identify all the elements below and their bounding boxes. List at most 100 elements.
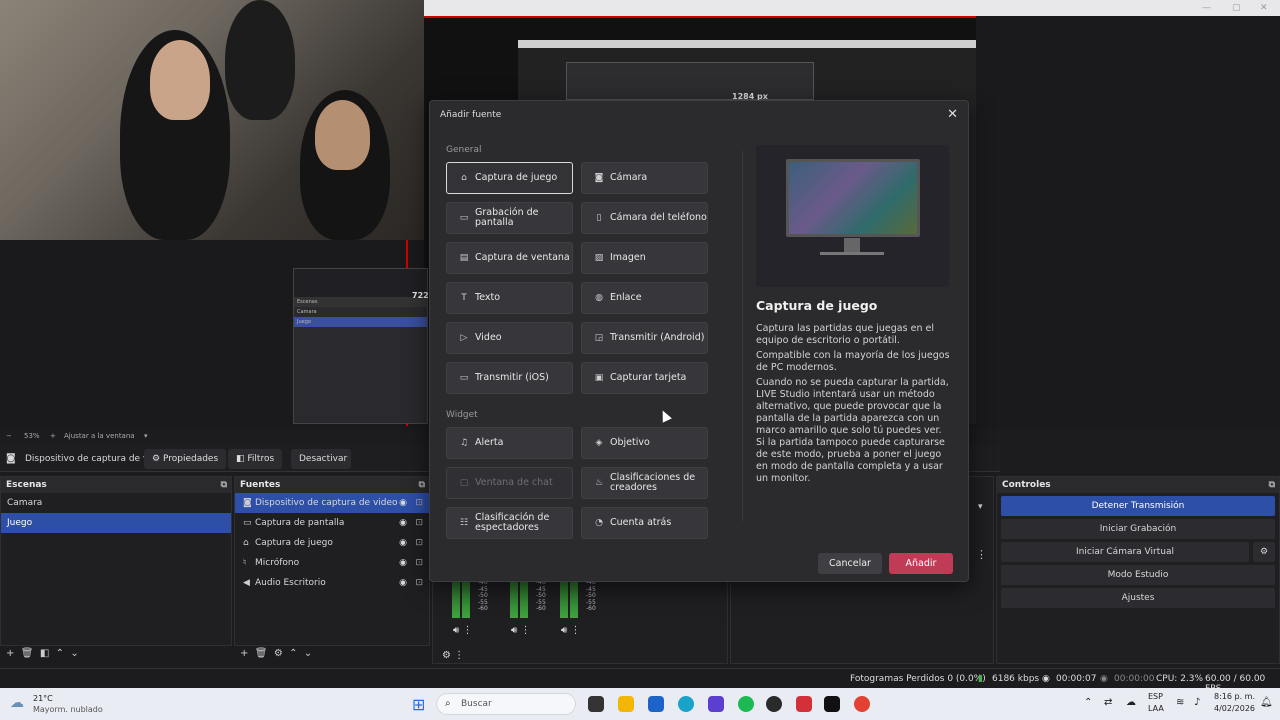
source-option[interactable]: ♨ Clasificaciones de creadores [581,467,708,499]
source-option[interactable]: ◍ Enlace [581,282,708,314]
search-icon: ⌕ [445,698,451,709]
source-option[interactable]: ▯ Cámara del teléfono [581,202,708,234]
fit-window-label[interactable]: Ajustar a la ventana [64,432,135,440]
chevron-down-icon[interactable]: ▾ [978,502,983,512]
face-right [315,100,370,170]
source-option[interactable]: ♫ Alerta [446,427,573,459]
clock-date[interactable]: 4/02/2026 [1214,704,1255,713]
folder-icon[interactable] [618,696,634,712]
volume-icon[interactable]: 🔊︎ ⋮ [561,625,580,636]
chevron-up-icon[interactable]: ⌃ [289,648,297,659]
filter-icon[interactable]: ◧ [40,648,49,659]
speaker-icon[interactable]: ♪ [1194,697,1200,708]
source-option[interactable]: ⌂ Captura de juego [446,162,573,194]
popout-icon[interactable]: ⧉ [221,477,227,493]
source-option[interactable]: T Texto [446,282,573,314]
network-icon[interactable]: ⇄ [1104,697,1112,708]
chevron-up-icon[interactable]: ⌃ [56,648,64,659]
discord-icon[interactable] [708,696,724,712]
add-icon[interactable]: + [6,648,14,659]
notification-icon[interactable]: 🔔︎ [1260,697,1273,708]
game-capture-preview-image [756,145,949,287]
scene-item[interactable]: Juego [1,513,231,533]
source-item[interactable]: ◀ Audio Escritorio ◉ ⊡ [235,573,429,593]
eye-icon[interactable]: ◉ [399,513,407,533]
scene-item[interactable]: Camara [1,493,231,513]
more-icon[interactable]: ⋮ [976,548,987,561]
popout-icon[interactable]: ⧉ [1269,477,1275,493]
option-label: Capturar tarjeta [610,372,687,383]
terminal-icon[interactable] [588,696,604,712]
mixer-settings-icon[interactable]: ⚙ ⋮ [442,650,464,661]
volume-icon[interactable]: 🔊︎ ⋮ [511,625,530,636]
lock-icon[interactable]: ⊡ [415,573,423,593]
popout-icon[interactable]: ⧉ [419,477,425,493]
properties-button[interactable]: ⚙ Propiedades [144,449,227,469]
cloud-icon[interactable]: ☁ [1126,697,1136,708]
add-button[interactable]: Añadir [889,553,953,574]
add-icon[interactable]: + [240,648,248,659]
source-option[interactable]: ▣ Capturar tarjeta [581,362,708,394]
edge-icon[interactable] [678,696,694,712]
stop-stream-button[interactable]: Detener Transmisión [1001,496,1275,516]
spotify-icon[interactable] [738,696,754,712]
option-label: Cámara [610,172,648,183]
start-vcam-button[interactable]: Iniciar Cámara Virtual [1001,542,1249,562]
monitor-base [820,252,884,255]
lock-icon[interactable]: ⊡ [415,533,423,553]
source-item[interactable]: ▭ Captura de pantalla ◉ ⊡ [235,513,429,533]
chevron-down-icon[interactable]: ⌄ [304,648,312,659]
detail-paragraph: Compatible con la mayoría de los juegos … [756,350,950,373]
source-option[interactable]: ◙ Cámara [581,162,708,194]
windows-start-icon[interactable]: ⊞ [412,695,425,714]
chrome-icon[interactable] [854,696,870,712]
wifi-icon[interactable]: ≋ [1176,697,1184,708]
trash-icon[interactable]: 🗑 [21,648,34,659]
source-option[interactable]: ◈ Objetivo [581,427,708,459]
source-item[interactable]: ⌂ Captura de juego ◉ ⊡ [235,533,429,553]
obs-icon[interactable] [766,696,782,712]
language-indicator[interactable]: ESP [1148,692,1163,701]
source-option[interactable]: ▭ Grabación de pantalla [446,202,573,234]
cancel-button[interactable]: Cancelar [818,553,882,574]
volume-icon[interactable]: 🔊︎ ⋮ [453,625,472,636]
studio-mode-button[interactable]: Modo Estudio [1001,565,1275,585]
source-option[interactable]: ▤ Captura de ventana [446,242,573,274]
chevron-up-icon[interactable]: ⌃ [1084,697,1092,708]
gear-icon[interactable]: ⚙ [274,648,283,659]
option-label: Transmitir (iOS) [475,372,549,383]
zoom-in-icon[interactable]: + [50,432,56,440]
settings-button[interactable]: Ajustes [1001,588,1275,608]
outlook-icon[interactable] [648,696,664,712]
source-option[interactable]: ▷ Video [446,322,573,354]
chevron-down-icon[interactable]: ▾ [144,432,148,440]
start-record-button[interactable]: Iniciar Grabación [1001,519,1275,539]
gear-icon[interactable]: ⚙ [1253,542,1275,562]
tiktok-icon[interactable] [824,696,840,712]
close-icon[interactable]: ✕ [947,107,958,122]
chevron-down-icon[interactable]: ⌄ [70,648,78,659]
source-option[interactable]: ◲ Transmitir (Android) [581,322,708,354]
lock-icon[interactable]: ⊡ [415,513,423,533]
language-indicator-2[interactable]: LAA [1148,704,1164,713]
eye-icon[interactable]: ◉ [399,493,407,513]
clock-time[interactable]: 8:16 p. m. [1214,692,1255,701]
lock-icon[interactable]: ⊡ [415,493,423,513]
source-item[interactable]: ◙ Dispositivo de captura de video ◉ ⊡ [235,493,429,513]
app-icon[interactable] [796,696,812,712]
search-box[interactable]: ⌕ Buscar [436,693,576,715]
source-item[interactable]: ♮ Micrófono ◉ ⊡ [235,553,429,573]
source-option[interactable]: ▭ Transmitir (iOS) [446,362,573,394]
eye-icon[interactable]: ◉ [399,553,407,573]
eye-icon[interactable]: ◉ [399,533,407,553]
weather-desc[interactable]: Mayorm. nublado [33,705,103,714]
source-option[interactable]: ☷ Clasificación de espectadores [446,507,573,539]
filters-button[interactable]: ◧ Filtros [228,449,283,469]
source-option[interactable]: ▨ Imagen [581,242,708,274]
zoom-out-icon[interactable]: − [6,432,12,440]
eye-icon[interactable]: ◉ [399,573,407,593]
trash-icon[interactable]: 🗑 [255,648,268,659]
deactivate-button[interactable]: Desactivar [291,449,351,469]
source-option[interactable]: ◔ Cuenta atrás [581,507,708,539]
lock-icon[interactable]: ⊡ [415,553,423,573]
